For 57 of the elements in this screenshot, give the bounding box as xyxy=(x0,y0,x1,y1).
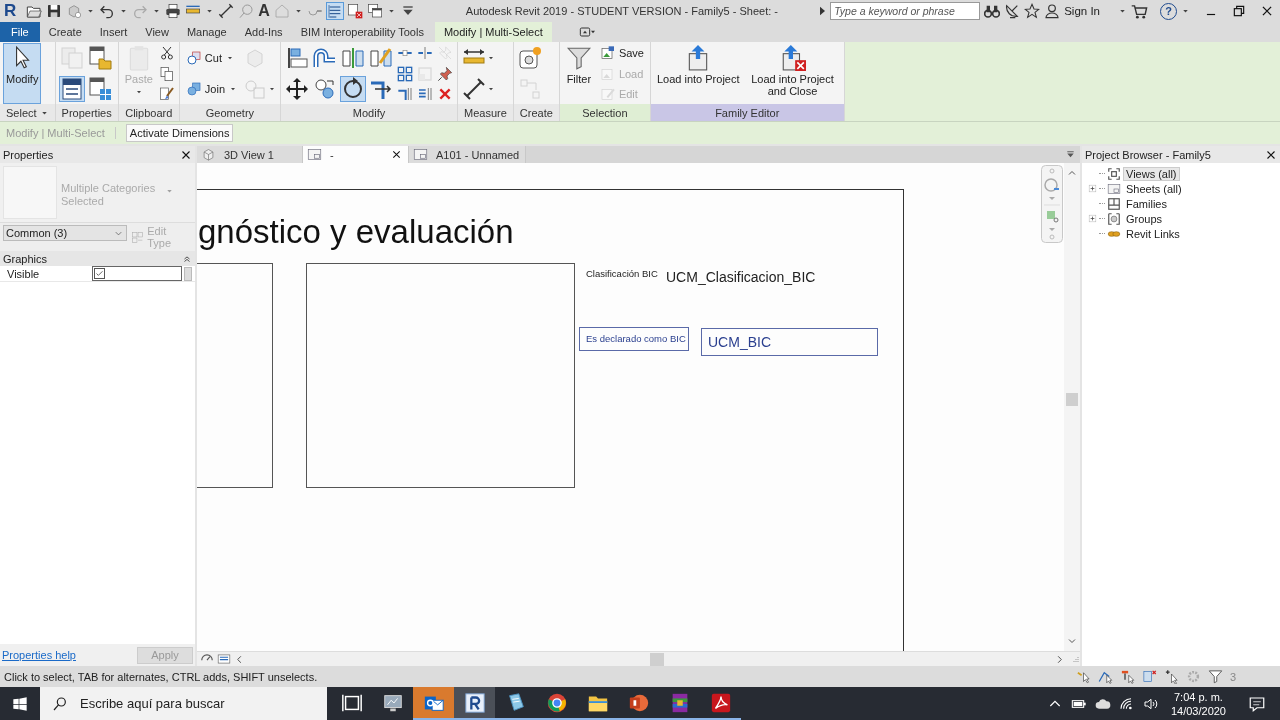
panel-title: Create xyxy=(513,104,559,121)
ribbon-tab[interactable]: Insert xyxy=(90,22,137,42)
property-name: Visible xyxy=(6,267,41,280)
panel-title: Geometry xyxy=(179,104,281,121)
ribbon-tab[interactable]: Manage xyxy=(177,22,236,42)
sheet-heading: gnóstico y evaluación xyxy=(198,213,514,251)
ribbon-button[interactable]: Modify xyxy=(3,43,42,105)
document-tab[interactable]: 3D View 1 xyxy=(197,146,303,163)
help-link[interactable]: Properties help xyxy=(2,649,76,661)
panel-title: Properties xyxy=(3,148,54,161)
ribbon-tab[interactable]: Add-Ins xyxy=(235,22,292,42)
search-placeholder: Escribe aquí para buscar xyxy=(80,696,225,711)
field-label: Clasificación BIC xyxy=(586,268,658,279)
ribbon-tab[interactable]: Modify | Multi-Select xyxy=(434,22,552,42)
panel-title: Selection xyxy=(559,104,650,121)
field-value: UCM_BIC xyxy=(701,328,878,356)
document-tab[interactable]: A101 - Unnamed xyxy=(409,146,527,163)
ribbon-button[interactable]: Cut xyxy=(182,49,241,68)
tree-item[interactable]: Groups xyxy=(1123,211,1166,226)
panel-title: Measure xyxy=(458,104,513,121)
tree-item[interactable]: Views (all) xyxy=(1123,166,1180,181)
ribbon-button[interactable]: Load into Project xyxy=(653,43,743,105)
clock-date[interactable]: 14/03/2020 xyxy=(1170,703,1226,718)
ribbon-tab[interactable]: View xyxy=(136,22,178,42)
panel-title: Family Editor xyxy=(650,104,844,121)
field-value: UCM_Clasificacion_BIC xyxy=(666,269,816,285)
clock-time[interactable]: 7:04 p. m. xyxy=(1174,689,1223,704)
search-field[interactable]: Type a keyword or phrase xyxy=(830,2,981,20)
tree-item[interactable]: Families xyxy=(1123,196,1170,211)
category-dropdown[interactable]: Common (3) xyxy=(3,225,128,241)
panel-title: Modify xyxy=(281,104,458,121)
ribbon-button[interactable]: Load into Project and Close xyxy=(744,43,841,105)
window-title: Autodesk Revit 2019 - STUDENT VERSION - Family5 - Sheet: - xyxy=(465,5,779,17)
ribbon-button[interactable]: Join xyxy=(182,79,241,98)
tree-item[interactable]: Revit Links xyxy=(1123,226,1183,241)
search-box[interactable]: Escribe aquí para buscar xyxy=(40,687,327,720)
context-label: Modify | Multi-Select xyxy=(6,127,116,139)
activate-dimensions-button[interactable]: Activate Dimensions xyxy=(125,124,234,142)
type-name: Multiple Categories Selected xyxy=(61,182,157,208)
ribbon-tab[interactable]: BIM Interoperability Tools xyxy=(291,22,433,42)
tree-item[interactable]: Sheets (all) xyxy=(1123,181,1185,196)
text-tool[interactable]: A xyxy=(258,2,270,20)
panel-title[interactable]: Select xyxy=(0,104,55,121)
panel-title: Properties xyxy=(55,104,118,121)
ribbon-tab[interactable]: Create xyxy=(39,22,91,42)
app-logo[interactable]: R xyxy=(4,1,17,21)
panel-title: Project Browser - Family5 xyxy=(1085,148,1211,161)
field-label: Es declarado como BIC xyxy=(579,327,689,351)
sign-in-link[interactable]: Sign In xyxy=(1064,5,1100,17)
document-tab[interactable]: - xyxy=(303,146,409,163)
ribbon-tab[interactable]: File xyxy=(0,22,40,42)
panel-title: Clipboard xyxy=(118,104,179,121)
ribbon-button[interactable]: Save xyxy=(596,44,647,62)
ribbon-button[interactable]: Filter xyxy=(562,43,595,105)
group-header[interactable]: Graphics xyxy=(0,251,195,266)
selection-count: 3 xyxy=(1229,670,1236,683)
status-message: Click to select, TAB for alternates, CTRL adds, SHIFT unselects. xyxy=(4,670,318,683)
